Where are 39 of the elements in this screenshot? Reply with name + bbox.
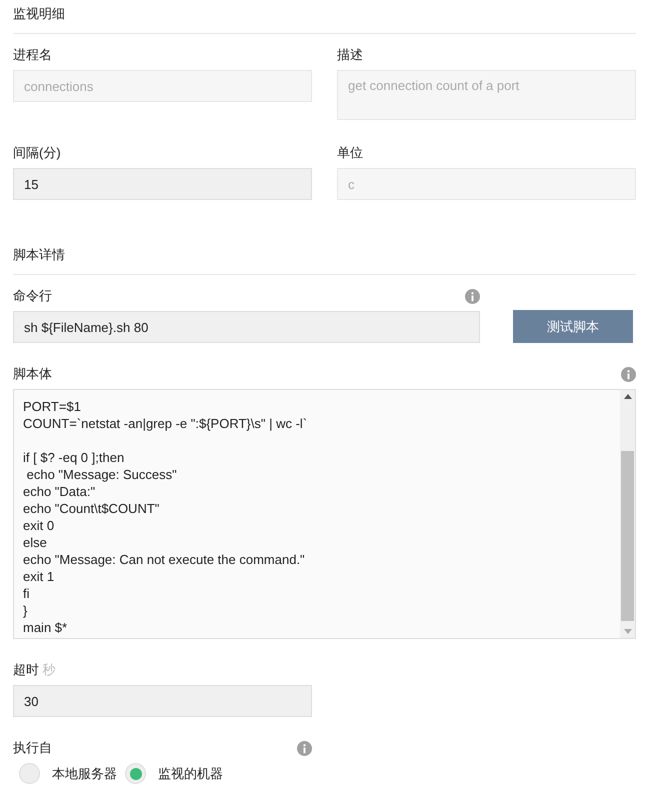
info-icon[interactable] (621, 366, 636, 382)
timeout-field[interactable]: 30 (13, 685, 312, 717)
unit-label: 秒 (42, 662, 56, 677)
code-line: main $* (23, 619, 68, 636)
field-label: 描述 (337, 46, 364, 64)
scrollbar[interactable] (620, 390, 635, 638)
code-line: fi (23, 585, 30, 602)
section-title: 脚本详情 (13, 244, 636, 275)
code-line: COUNT=`netstat -an|grep -e ":${PORT}\s" | wc -l` (23, 415, 308, 432)
radio-label[interactable]: 本地服务器 (52, 764, 117, 782)
code-line: echo "Data:" (23, 483, 96, 500)
code-line: echo "Message: Can not execute the command." (23, 551, 306, 568)
code-line: echo "Message: Success" (26, 466, 178, 483)
code-line: if [ $? -eq 0 ];then (23, 449, 126, 466)
field-label: 间隔(分) (13, 144, 62, 162)
field-label: 单位 (337, 144, 364, 162)
scroll-up-icon[interactable] (624, 394, 632, 399)
field-label: 进程名 (13, 46, 53, 64)
scroll-down-icon[interactable] (624, 629, 632, 634)
test-script-button[interactable]: 测试脚本 (513, 310, 633, 343)
command-field[interactable]: sh ${FileName}.sh 80 (13, 311, 480, 343)
info-icon[interactable] (297, 740, 312, 756)
script-editor[interactable] (13, 389, 636, 639)
radio-button[interactable] (19, 763, 40, 784)
code-line: } (23, 602, 28, 619)
code-line: exit 1 (23, 568, 56, 585)
code-line: exit 0 (23, 517, 56, 534)
radio-label[interactable]: 监视的机器 (158, 764, 223, 782)
code-line: echo "Count\t$COUNT" (23, 500, 160, 517)
code-line: else (23, 534, 48, 551)
code-line: PORT=$1 (23, 398, 82, 415)
field-label: 脚本体 (13, 365, 52, 383)
input-field[interactable]: 15 (13, 168, 312, 200)
section-title: 监视明细 (13, 3, 636, 34)
radio-button[interactable] (125, 763, 146, 784)
field-label: 超时 (13, 662, 39, 677)
info-icon[interactable] (465, 288, 480, 304)
field-label: 执行自 (13, 739, 52, 757)
field-label: 命令行 (13, 287, 52, 305)
